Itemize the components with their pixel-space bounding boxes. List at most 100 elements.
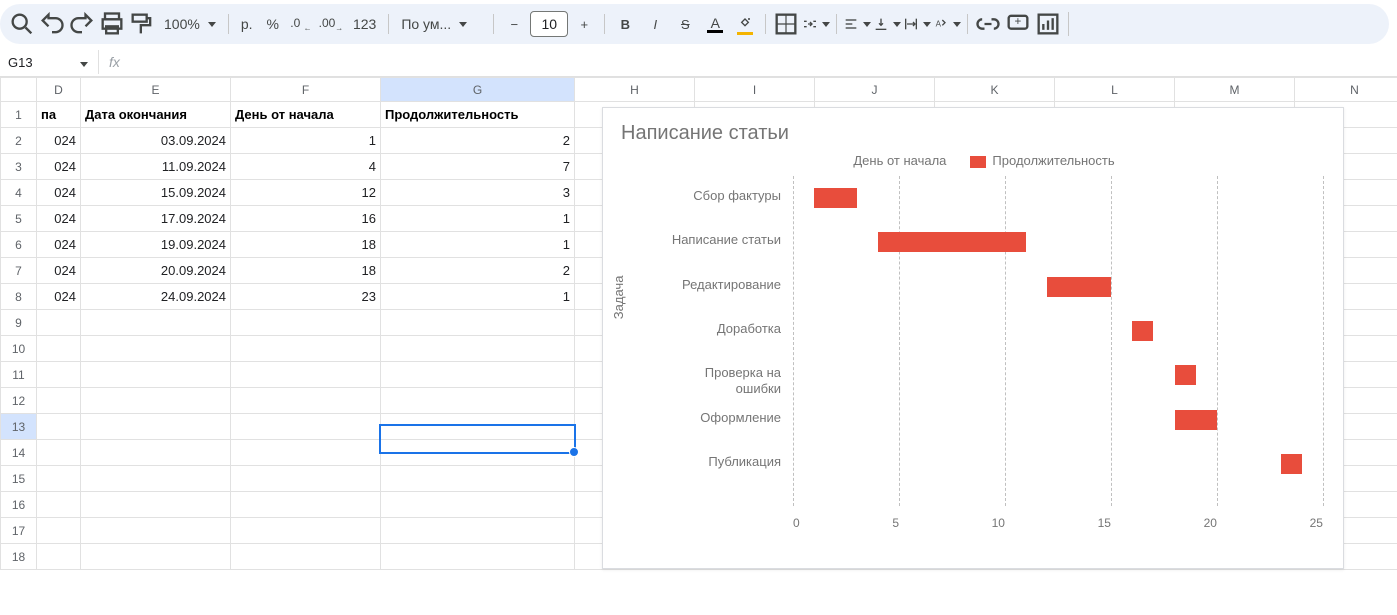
cell[interactable]: 17.09.2024 bbox=[81, 206, 231, 232]
cell[interactable] bbox=[81, 544, 231, 570]
font-size-input[interactable] bbox=[530, 11, 568, 37]
cell[interactable]: Продолжительность bbox=[381, 102, 575, 128]
cell[interactable] bbox=[81, 414, 231, 440]
cell[interactable]: 024 bbox=[37, 154, 81, 180]
col-header[interactable]: D bbox=[37, 78, 81, 102]
embedded-chart[interactable]: Написание статьи День от начала Продолжи… bbox=[602, 107, 1344, 569]
cell[interactable]: 11.09.2024 bbox=[81, 154, 231, 180]
more-formats-button[interactable]: 123 bbox=[347, 16, 382, 32]
row-header[interactable]: 16 bbox=[1, 492, 37, 518]
cell[interactable] bbox=[81, 466, 231, 492]
cell[interactable]: 024 bbox=[37, 128, 81, 154]
cell[interactable]: 16 bbox=[231, 206, 381, 232]
link-icon[interactable] bbox=[974, 10, 1002, 38]
increase-decimal-icon[interactable]: .00→ bbox=[317, 10, 345, 38]
cell[interactable]: 2 bbox=[381, 128, 575, 154]
cell[interactable] bbox=[81, 492, 231, 518]
cell[interactable]: 024 bbox=[37, 180, 81, 206]
merge-cells-icon[interactable] bbox=[802, 10, 830, 38]
row-header[interactable]: 1 bbox=[1, 102, 37, 128]
cell[interactable]: 024 bbox=[37, 206, 81, 232]
cell[interactable]: 024 bbox=[37, 232, 81, 258]
cell[interactable] bbox=[231, 388, 381, 414]
cell[interactable]: 4 bbox=[231, 154, 381, 180]
col-header[interactable]: F bbox=[231, 78, 381, 102]
cell[interactable] bbox=[231, 518, 381, 544]
row-header[interactable]: 18 bbox=[1, 544, 37, 570]
font-size-decrease-icon[interactable]: − bbox=[500, 10, 528, 38]
cell[interactable] bbox=[231, 492, 381, 518]
cell[interactable] bbox=[381, 544, 575, 570]
row-header[interactable]: 12 bbox=[1, 388, 37, 414]
v-align-icon[interactable] bbox=[873, 10, 901, 38]
cell[interactable]: 19.09.2024 bbox=[81, 232, 231, 258]
cell[interactable] bbox=[381, 466, 575, 492]
row-header[interactable]: 8 bbox=[1, 284, 37, 310]
col-header[interactable]: E bbox=[81, 78, 231, 102]
rotation-icon[interactable]: A bbox=[933, 10, 961, 38]
cell[interactable] bbox=[81, 362, 231, 388]
cell[interactable] bbox=[381, 518, 575, 544]
cell[interactable] bbox=[37, 336, 81, 362]
cell[interactable] bbox=[37, 518, 81, 544]
cell[interactable]: 18 bbox=[231, 258, 381, 284]
col-header[interactable]: H bbox=[575, 78, 695, 102]
cell[interactable] bbox=[81, 518, 231, 544]
cell[interactable] bbox=[37, 414, 81, 440]
cell[interactable] bbox=[37, 466, 81, 492]
bold-button[interactable]: B bbox=[611, 10, 639, 38]
col-header[interactable]: J bbox=[815, 78, 935, 102]
fill-color-button[interactable] bbox=[731, 10, 759, 38]
font-size-increase-icon[interactable]: + bbox=[570, 10, 598, 38]
cell[interactable] bbox=[37, 362, 81, 388]
strikethrough-button[interactable]: S bbox=[671, 10, 699, 38]
cell[interactable] bbox=[37, 388, 81, 414]
col-header[interactable]: L bbox=[1055, 78, 1175, 102]
cell[interactable] bbox=[231, 440, 381, 466]
formula-input[interactable] bbox=[124, 48, 1397, 76]
redo-icon[interactable] bbox=[68, 10, 96, 38]
cell[interactable] bbox=[231, 336, 381, 362]
cell[interactable]: 1 bbox=[381, 232, 575, 258]
col-header[interactable]: G bbox=[381, 78, 575, 102]
cell[interactable] bbox=[37, 310, 81, 336]
cell[interactable]: 03.09.2024 bbox=[81, 128, 231, 154]
cell[interactable]: День от начала bbox=[231, 102, 381, 128]
cell[interactable]: па bbox=[37, 102, 81, 128]
name-box[interactable]: G13 bbox=[4, 55, 88, 70]
cell[interactable] bbox=[381, 440, 575, 466]
cell[interactable]: 1 bbox=[381, 284, 575, 310]
cell[interactable] bbox=[81, 440, 231, 466]
cell[interactable]: 20.09.2024 bbox=[81, 258, 231, 284]
row-header[interactable]: 3 bbox=[1, 154, 37, 180]
wrap-icon[interactable] bbox=[903, 10, 931, 38]
cell[interactable] bbox=[381, 362, 575, 388]
cell[interactable]: 2 bbox=[381, 258, 575, 284]
row-header[interactable]: 6 bbox=[1, 232, 37, 258]
col-header[interactable]: K bbox=[935, 78, 1055, 102]
zoom-dropdown[interactable]: 100% bbox=[158, 16, 222, 32]
font-family-dropdown[interactable]: По ум... bbox=[395, 16, 487, 32]
cell[interactable]: 24.09.2024 bbox=[81, 284, 231, 310]
cell[interactable]: 3 bbox=[381, 180, 575, 206]
cell[interactable] bbox=[381, 336, 575, 362]
cell[interactable] bbox=[381, 492, 575, 518]
text-color-button[interactable]: A bbox=[701, 10, 729, 38]
undo-icon[interactable] bbox=[38, 10, 66, 38]
cell[interactable] bbox=[37, 440, 81, 466]
cell[interactable]: 23 bbox=[231, 284, 381, 310]
cell[interactable] bbox=[381, 414, 575, 440]
row-header[interactable]: 7 bbox=[1, 258, 37, 284]
print-icon[interactable] bbox=[98, 10, 126, 38]
cell[interactable]: 024 bbox=[37, 258, 81, 284]
row-header[interactable]: 13 bbox=[1, 414, 37, 440]
cell[interactable]: 1 bbox=[381, 206, 575, 232]
cell[interactable]: 1 bbox=[231, 128, 381, 154]
row-header[interactable]: 9 bbox=[1, 310, 37, 336]
search-icon[interactable] bbox=[8, 10, 36, 38]
cell[interactable] bbox=[231, 362, 381, 388]
cell[interactable] bbox=[381, 388, 575, 414]
insert-chart-icon[interactable] bbox=[1034, 10, 1062, 38]
row-header[interactable]: 11 bbox=[1, 362, 37, 388]
borders-icon[interactable] bbox=[772, 10, 800, 38]
